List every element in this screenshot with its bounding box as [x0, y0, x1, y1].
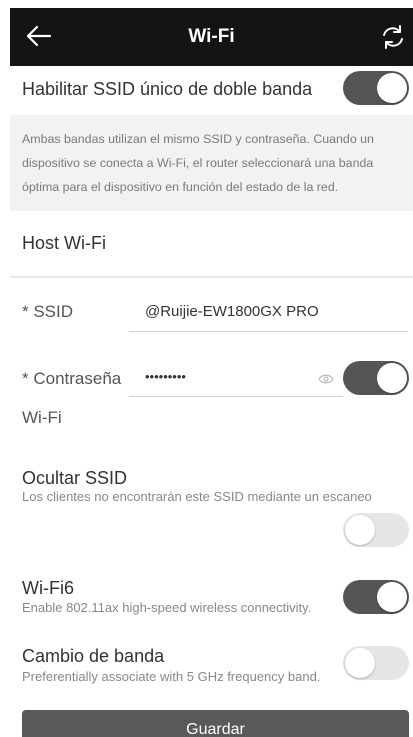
band-steering-description: Preferentially associate with 5 GHz freq…: [22, 669, 321, 684]
band-steering-label: Cambio de banda: [22, 646, 165, 666]
password-label: * Contraseña: [22, 369, 122, 388]
password-underline: [129, 396, 343, 397]
password-label-continued: Wi-Fi: [22, 408, 62, 427]
top-bar: Wi-Fi: [10, 8, 413, 66]
toggle-knob: [377, 363, 407, 393]
dual-band-info-text: Ambas bandas utilizan el mismo SSID y co…: [22, 132, 374, 194]
refresh-icon[interactable]: [379, 23, 407, 51]
eye-icon[interactable]: [318, 373, 334, 385]
section-title: Host Wi-Fi: [22, 233, 106, 253]
wifi6-toggle[interactable]: [343, 580, 409, 614]
hide-ssid-toggle[interactable]: [343, 513, 409, 547]
band-steering-toggle[interactable]: [343, 646, 409, 680]
save-button[interactable]: Guardar: [22, 710, 409, 737]
ssid-input[interactable]: @Ruijie-EW1800GX PRO: [145, 303, 319, 320]
page-title: Wi-Fi: [188, 26, 235, 47]
section-divider: [10, 276, 413, 278]
dual-band-toggle[interactable]: [343, 71, 409, 105]
dual-band-label: Habilitar SSID único de doble banda: [22, 79, 313, 99]
ssid-underline: [129, 331, 408, 332]
toggle-knob: [345, 515, 375, 545]
toggle-knob: [377, 73, 407, 103]
password-toggle[interactable]: [343, 361, 409, 395]
hide-ssid-label: Ocultar SSID: [22, 468, 128, 488]
toggle-knob: [345, 648, 375, 678]
wifi6-label: Wi-Fi6: [22, 578, 74, 598]
ssid-label: * SSID: [22, 302, 74, 321]
toggle-knob: [377, 582, 407, 612]
wifi6-description: Enable 802.11ax high-speed wireless conn…: [22, 600, 312, 615]
hide-ssid-description: Los clientes no encontrarán este SSID me…: [22, 489, 372, 504]
dual-band-info-box: Ambas bandas utilizan el mismo SSID y co…: [10, 115, 413, 211]
password-input[interactable]: •••••••••: [145, 369, 186, 384]
